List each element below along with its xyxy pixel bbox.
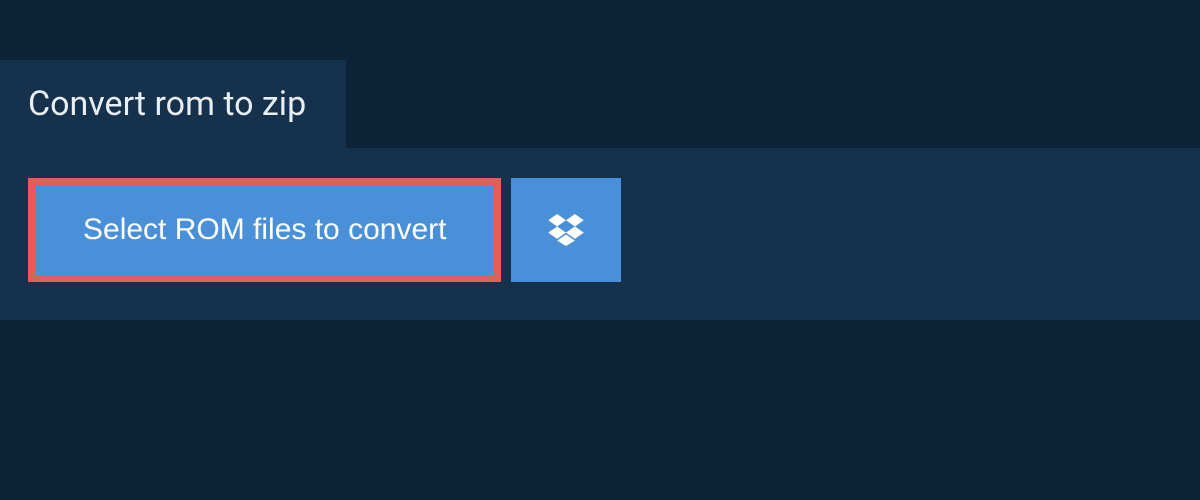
main-panel: Select ROM files to convert (0, 148, 1200, 320)
select-files-button[interactable]: Select ROM files to convert (35, 185, 494, 275)
dropbox-button[interactable] (511, 178, 621, 282)
tab-header: Convert rom to zip (0, 60, 346, 148)
button-row: Select ROM files to convert (28, 178, 1172, 282)
page-title: Convert rom to zip (28, 84, 306, 124)
dropbox-icon (548, 214, 584, 246)
select-button-highlight: Select ROM files to convert (28, 178, 501, 282)
